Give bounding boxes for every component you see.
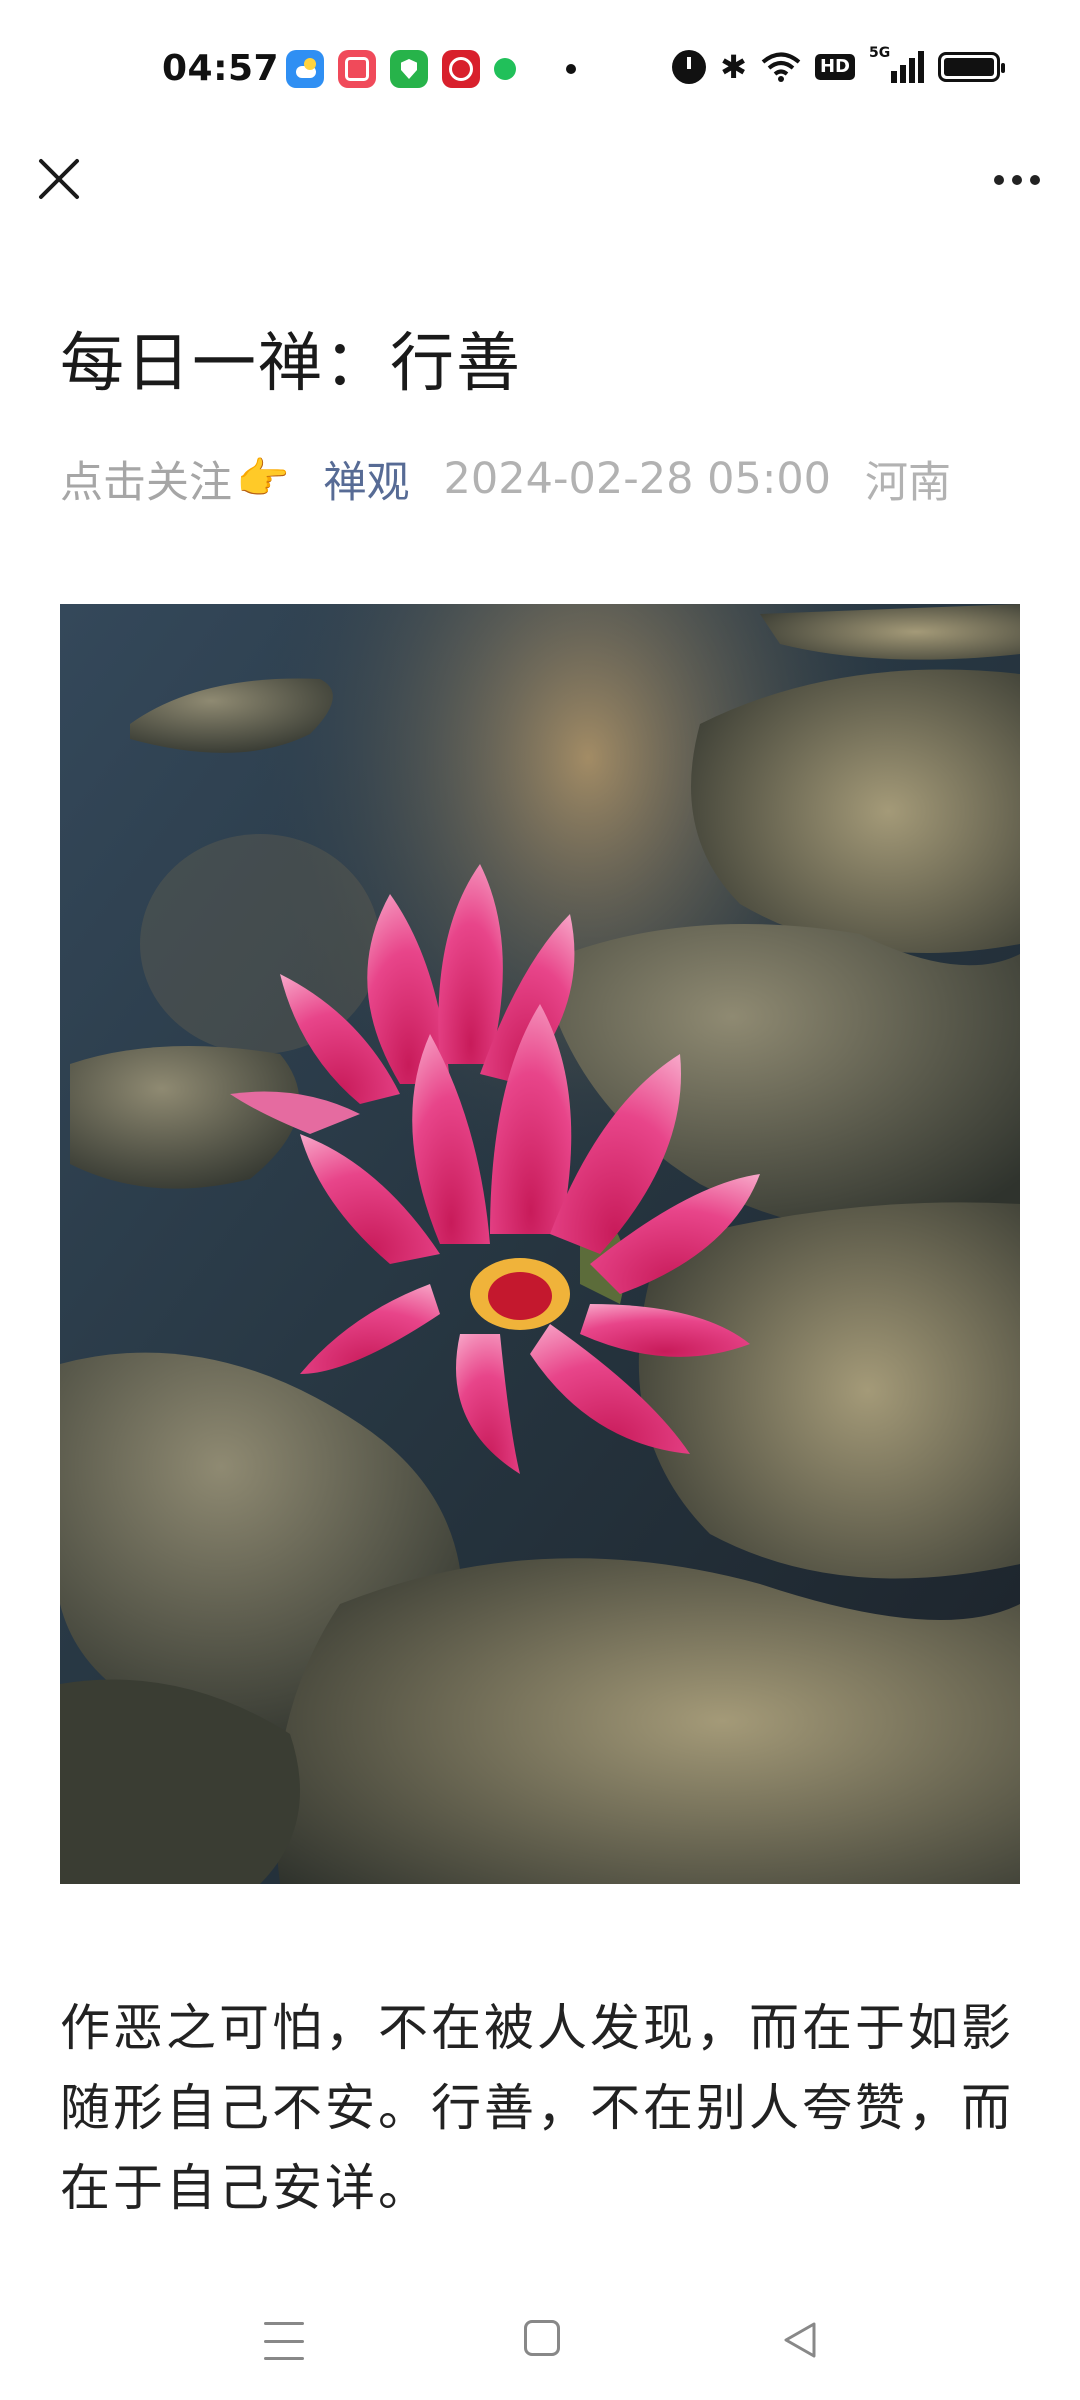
app-icon bbox=[338, 50, 376, 88]
alarm-icon bbox=[672, 50, 707, 84]
article-body: 作恶之可怕，不在被人发现，而在于如影随形自己不安。行善，不在别人夸赞，而在于自己… bbox=[60, 1999, 1014, 2217]
network-type: 5G bbox=[869, 45, 891, 61]
weather-icon bbox=[286, 50, 324, 88]
article-title: 每日一禅：行善 bbox=[60, 327, 522, 401]
close-button[interactable] bbox=[32, 152, 86, 206]
close-icon bbox=[39, 159, 79, 199]
article-image[interactable] bbox=[60, 604, 1020, 1884]
status-bar: 04:57 ✱ HD 5G bbox=[0, 0, 1080, 140]
article-meta: 点击关注 👉 禅观 2024-02-28 05:00 河南 bbox=[60, 448, 951, 510]
pointing-hand-icon: 👉 bbox=[236, 454, 290, 504]
system-navigation-bar bbox=[0, 2270, 1080, 2400]
more-notifications-dot bbox=[566, 64, 576, 74]
chat-icon bbox=[494, 58, 516, 80]
more-icon bbox=[994, 175, 1004, 185]
more-options-button[interactable] bbox=[982, 158, 1052, 202]
hd-icon: HD bbox=[814, 54, 855, 80]
wifi-icon bbox=[761, 52, 801, 82]
security-icon bbox=[390, 50, 428, 88]
system-icons: ✱ HD 5G bbox=[672, 45, 1005, 86]
follow-link[interactable]: 点击关注 bbox=[60, 448, 232, 510]
status-time: 04:57 bbox=[162, 48, 280, 89]
publish-location: 河南 bbox=[865, 458, 952, 508]
back-icon[interactable] bbox=[782, 2320, 818, 2360]
bluetooth-icon: ✱ bbox=[720, 48, 747, 86]
signal-icon: 5G bbox=[869, 45, 924, 83]
publish-date: 2024-02-28 05:00 bbox=[443, 454, 832, 504]
reward-icon bbox=[442, 50, 480, 88]
home-icon[interactable] bbox=[524, 2320, 560, 2356]
menu-icon[interactable] bbox=[264, 2322, 304, 2360]
battery-icon bbox=[938, 52, 1005, 82]
water-lily-illustration bbox=[60, 604, 1020, 1884]
notification-icons bbox=[286, 50, 576, 88]
author-name[interactable]: 禅观 bbox=[324, 448, 410, 510]
